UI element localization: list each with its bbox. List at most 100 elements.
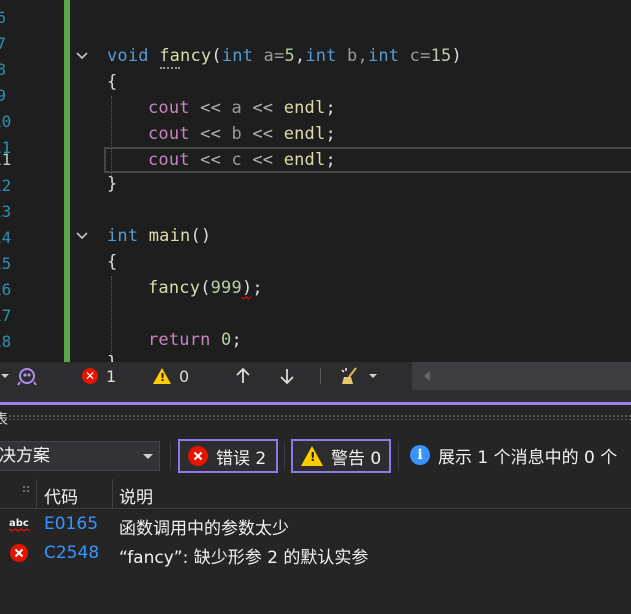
error-list-title-bar[interactable]: 表	[0, 405, 631, 433]
param: a=	[253, 46, 285, 66]
paren: (	[211, 46, 222, 66]
line-number: 8	[0, 60, 6, 79]
semicolon: ;	[325, 124, 336, 144]
operator: <<	[189, 98, 232, 118]
identifier: endl	[283, 98, 326, 118]
column-separator[interactable]	[112, 479, 113, 509]
function-name: main	[148, 226, 191, 246]
number: 15	[430, 46, 452, 66]
info-icon: i	[410, 445, 430, 465]
keyword: int	[305, 46, 337, 66]
warning-triangle-icon: !	[301, 446, 323, 466]
operator: <<	[241, 150, 284, 170]
variable: b	[231, 124, 242, 144]
errors-filter-label: 错误 2	[216, 448, 267, 469]
identifier: endl	[283, 124, 326, 144]
error-code-link[interactable]: E0165	[44, 514, 98, 534]
horizontal-scrollbar[interactable]	[412, 362, 631, 390]
error-list-rows: abc E0165 函数调用中的参数太少 C2548 “fancy”: 缺少形参…	[0, 510, 631, 614]
function-name: fancy	[148, 278, 201, 298]
keyword: int	[221, 46, 254, 66]
column-separator[interactable]	[36, 479, 37, 509]
warning-triangle-icon: !	[153, 368, 171, 384]
messages-filter-button[interactable]: 展示 1 个消息中的 0 个	[438, 443, 617, 468]
code-line-brace: }	[107, 350, 117, 362]
semicolon: ;	[252, 278, 263, 298]
table-row[interactable]: C2548 “fancy”: 缺少形参 2 的默认实参	[0, 539, 631, 569]
keyword: return	[148, 330, 211, 350]
broom-icon	[341, 367, 357, 384]
error-count: 1	[106, 366, 117, 386]
brace: }	[107, 174, 118, 194]
variable: a	[231, 98, 242, 118]
error-list-header: 代码 说明	[0, 479, 631, 509]
line-number: 17	[0, 306, 12, 325]
drag-grip[interactable]	[8, 414, 631, 420]
collapse-chevron-icon[interactable]	[74, 48, 90, 64]
error-circle-icon	[10, 544, 28, 562]
warnings-filter-button[interactable]: ! 警告 0	[291, 439, 391, 473]
operator: <<	[189, 124, 232, 144]
error-code-link[interactable]: C2548	[44, 543, 99, 563]
brace: }	[107, 353, 117, 362]
arrow-down-icon[interactable]	[279, 362, 299, 390]
code-line-brace: {	[107, 69, 117, 95]
param: c=	[399, 46, 431, 66]
line-number: 9	[0, 86, 6, 105]
line-number: 10	[0, 112, 12, 131]
code-cleanup-button[interactable]	[340, 362, 380, 390]
operator: <<	[241, 124, 284, 144]
semicolon: ;	[325, 150, 336, 170]
suggestion-dots	[160, 66, 180, 69]
change-tracking-bar	[64, 0, 70, 362]
warning-count-indicator[interactable]: ! 0	[153, 362, 189, 390]
code-line-brace: }	[107, 171, 117, 197]
collapse-chevron-icon[interactable]	[74, 228, 90, 244]
brace: {	[107, 72, 118, 92]
function-name: fancy	[159, 46, 212, 66]
line-number: 15	[0, 254, 12, 273]
code-line-main-signature: int main()	[107, 223, 211, 249]
line-number: 13	[0, 202, 12, 221]
line-number: 14	[0, 228, 12, 247]
code-column-header[interactable]: 代码	[44, 483, 78, 508]
line-number: 18	[0, 332, 12, 351]
comma: ,	[294, 46, 306, 66]
arrow-up-icon[interactable]	[235, 362, 255, 390]
number: 999	[210, 278, 242, 298]
table-row[interactable]: abc E0165 函数调用中的参数太少	[0, 510, 631, 540]
copilot-icon[interactable]	[16, 362, 40, 390]
chevron-down-icon	[143, 454, 153, 459]
errors-filter-button[interactable]: 错误 2	[178, 439, 278, 473]
keyword: int	[107, 226, 139, 246]
scope-dropdown-value: 决方案	[0, 446, 50, 466]
toolbar-divider	[398, 443, 399, 469]
dropdown-arrow-icon[interactable]	[0, 362, 12, 390]
operator: <<	[241, 98, 284, 118]
error-description: 函数调用中的参数太少	[119, 519, 289, 539]
warnings-filter-label: 警告 0	[331, 448, 382, 469]
error-circle-icon: ✕	[82, 368, 98, 384]
brace: {	[107, 252, 118, 272]
code-line-return: return 0;	[148, 327, 242, 353]
paren: )	[241, 278, 253, 298]
description-column-header[interactable]: 说明	[119, 483, 153, 508]
variable: c	[231, 150, 242, 170]
panel-splitter[interactable]	[0, 390, 631, 402]
toolbar-divider	[284, 443, 285, 469]
operator: <<	[189, 150, 232, 170]
toolbar-divider	[170, 443, 171, 469]
error-squiggle[interactable]	[240, 296, 254, 300]
code-editor[interactable]: 6 7 8 9 10 11 11 12 13 14 15 16 17 18 vo…	[0, 0, 631, 362]
line-number: 7	[0, 34, 6, 53]
identifier: endl	[283, 150, 326, 170]
toolbar-divider	[320, 368, 321, 384]
grip-dots-icon	[23, 486, 29, 492]
paren: )	[451, 46, 462, 66]
number: 5	[284, 46, 295, 66]
scope-dropdown[interactable]: 决方案	[0, 441, 160, 471]
line-number: 16	[0, 280, 12, 299]
error-count-indicator[interactable]: ✕ 1	[82, 362, 116, 390]
semicolon: ;	[231, 330, 242, 350]
error-list-toolbar: 决方案 错误 2 ! 警告 0 i 展示 1 个消息中的 0 个	[0, 433, 631, 479]
